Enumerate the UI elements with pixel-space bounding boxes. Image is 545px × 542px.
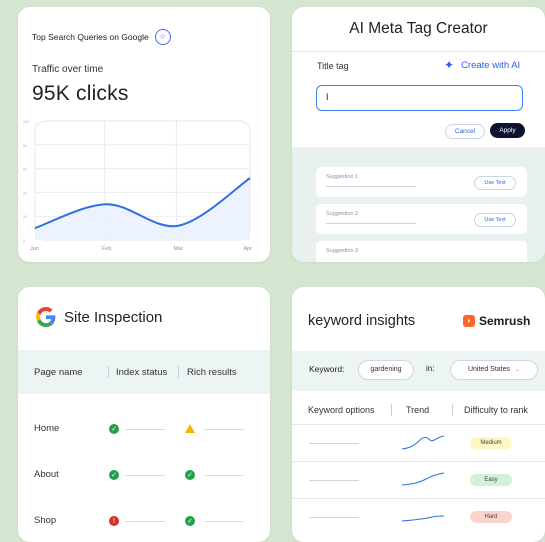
trend-sparkline [401,435,445,450]
cancel-button[interactable]: Cancel [445,124,485,139]
y-tick-label: 6K [23,168,28,172]
column-separator [108,366,109,378]
title-tag-input[interactable]: I [316,85,523,111]
inspection-row: Shop! ✓ [18,511,270,531]
suggestion-card: Suggestion 3 [316,241,527,262]
keyword-placeholder-line [309,480,359,481]
y-tick-label: 10K [23,120,30,124]
difficulty-badge: Hard [470,511,512,523]
use-text-button[interactable]: Use Text [474,213,516,227]
meta-tag-card: AI Meta Tag Creator Title tag ✦ Create w… [292,7,545,262]
suggestions-panel: Suggestion 1 Use Text Suggestion 2 Use T… [292,147,545,262]
rich-results-line [204,475,244,476]
ok-status-icon: ✓ [185,470,195,480]
ok-status-icon: ✓ [185,516,195,526]
suggestion-label: Suggestion 2 [326,211,359,217]
index-status-line [125,429,165,430]
column-separator [178,366,179,378]
google-logo-icon [36,307,56,327]
warning-status-icon [185,424,195,433]
x-tick-label: Jan [30,246,39,252]
y-tick-label: 0 [23,239,25,243]
suggestion-card: Suggestion 1 Use Text [316,167,527,197]
y-tick-label: 4K [23,191,28,195]
y-tick-label: 2K [23,215,28,219]
site-inspection-header: Site Inspection [36,307,162,327]
keyword-placeholder-line [309,443,359,444]
index-status-line [125,521,165,522]
suggestion-placeholder-line [326,186,416,187]
title-tag-label: Title tag [317,61,349,71]
page-name: Home [34,423,60,434]
site-inspection-title: Site Inspection [64,308,163,326]
error-status-icon: ! [109,516,119,526]
search-traffic-card: Top Search Queries on Google ☆ Traffic o… [18,7,270,262]
y-tick-label: 8K [23,144,28,148]
difficulty-badge: Easy [470,474,512,486]
keyword-insights-card: keyword insights ◗ Semrush Keyword: gard… [292,287,545,542]
trend-sparkline [401,515,445,522]
trend-sparkline [401,472,445,486]
site-inspection-card: Site Inspection Page name Index status R… [18,287,270,542]
suggestion-label: Suggestion 3 [326,248,359,254]
suggestion-placeholder-line [326,223,416,224]
rich-results-line [204,521,244,522]
col-index-status: Index status [116,367,168,378]
ok-status-icon: ✓ [109,424,119,434]
difficulty-badge: Medium [470,437,512,449]
trend-sparklines [401,435,445,522]
x-tick-label: Feb [102,246,111,252]
keyword-placeholder-line [309,517,359,518]
col-page-name: Page name [34,367,83,378]
divider [292,51,545,52]
x-tick-label: Apr [243,246,252,252]
suggestion-card: Suggestion 2 Use Text [316,204,527,234]
suggestion-label: Suggestion 1 [326,174,359,180]
x-tick-label: Mar [174,246,184,252]
page-name: About [34,469,59,480]
create-with-ai-button[interactable]: ✦ Create with AI [444,59,520,71]
meta-card-title: AI Meta Tag Creator [349,20,488,37]
sparkle-icon: ✦ [444,58,455,72]
traffic-chart: 10K 8K 6K 4K 2K 0 Jan Feb Mar Apr [23,120,252,252]
apply-button[interactable]: Apply [490,123,525,138]
ok-status-icon: ✓ [109,470,119,480]
col-rich-results: Rich results [187,367,237,378]
page-name: Shop [34,515,57,526]
use-text-button[interactable]: Use Text [474,176,516,190]
index-status-line [125,475,165,476]
rich-results-line [204,429,244,430]
create-with-ai-label: Create with AI [461,59,521,71]
inspection-row: Home ✓ [18,419,270,439]
inspection-row: About ✓ ✓ [18,465,270,485]
inspection-table-header: Page name Index status Rich results [18,350,270,394]
